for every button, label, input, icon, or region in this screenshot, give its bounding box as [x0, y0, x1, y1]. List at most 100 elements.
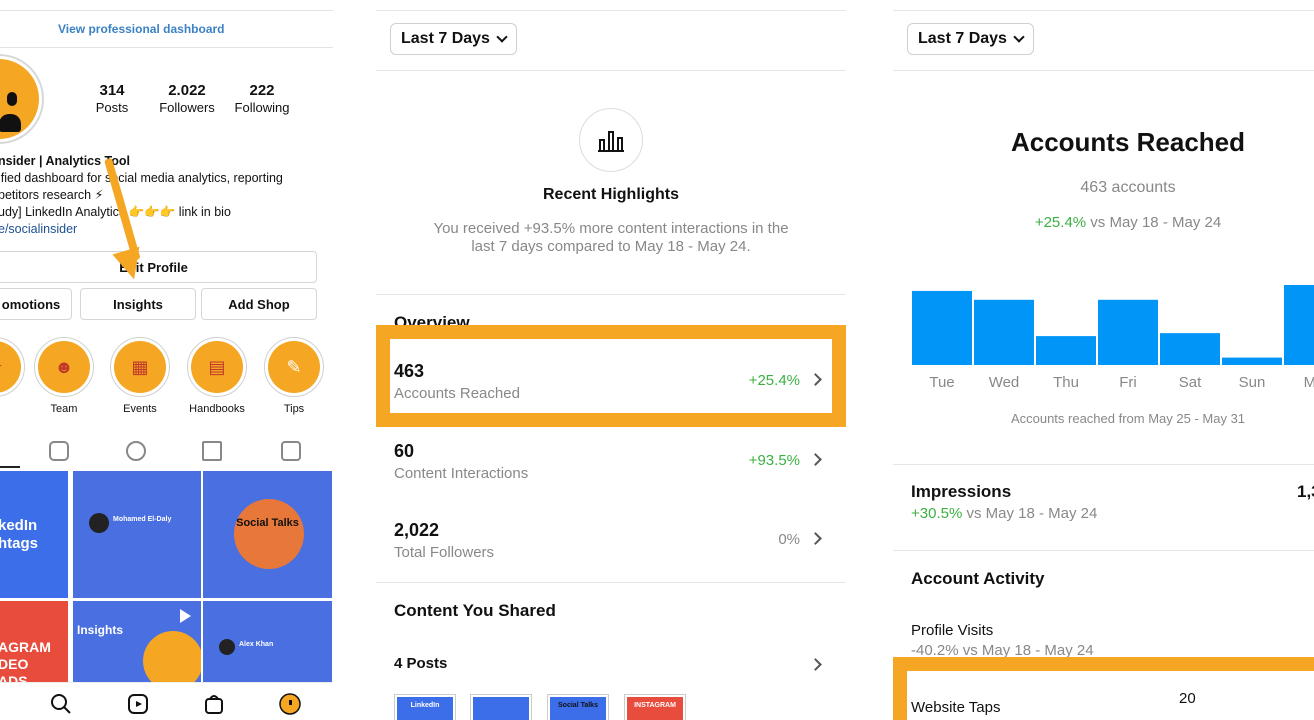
posts-count-link[interactable]: 4 Posts: [394, 655, 447, 672]
chart-tick-label: Sat: [1179, 374, 1202, 391]
impressions-label: Impressions: [911, 482, 1012, 501]
metric-label: Content Interactions: [394, 465, 529, 482]
reels-icon[interactable]: [127, 693, 149, 715]
avatar-image: [0, 59, 39, 139]
chevron-right-icon: [809, 453, 822, 466]
chart-tick-label: Tue: [929, 374, 954, 391]
guides-tab-icon[interactable]: [202, 441, 222, 461]
chart-bar-mo[interactable]: [1284, 285, 1314, 365]
accounts-count: 463 accounts: [1080, 179, 1176, 196]
content-interactions-row[interactable]: 60 Content Interactions +93.5%: [376, 441, 846, 511]
chevron-right-icon[interactable]: [809, 658, 822, 671]
post-thumbnail[interactable]: Social Talks: [547, 694, 609, 720]
metric-label: Total Followers: [394, 544, 495, 561]
chart-bar-sat[interactable]: [1160, 333, 1220, 365]
highlight-item-events[interactable]: ▦ Events: [109, 337, 171, 415]
books-icon: ▤: [191, 341, 243, 393]
metric-change: +93.5%: [748, 452, 800, 469]
post-tile[interactable]: kedIn htags: [0, 471, 68, 598]
chart-bar-tue[interactable]: [912, 290, 972, 365]
impressions-change-period: vs May 18 - May 24: [962, 505, 1098, 522]
highlight-item-tips[interactable]: ✎ Tips: [263, 337, 325, 415]
following-count: 222: [249, 82, 275, 99]
chart-bar-thu[interactable]: [1036, 336, 1096, 365]
tile-text: Social Talks: [236, 517, 299, 529]
bottom-nav: [0, 682, 333, 720]
reels-tab-icon[interactable]: [49, 441, 69, 461]
divider: [376, 10, 846, 11]
post-tile[interactable]: Alex Khan: [203, 601, 332, 683]
post-thumbnail[interactable]: [470, 694, 532, 720]
impressions-change-percent: +30.5%: [911, 505, 963, 522]
chart-bar-wed[interactable]: [974, 299, 1034, 365]
thumbnail-text: INSTAGRAM: [627, 697, 683, 720]
accounts-change-period: vs May 18 - May 24: [1086, 214, 1222, 231]
post-thumbnail[interactable]: LinkedIn: [394, 694, 456, 720]
highlight-item-team[interactable]: ☻ Team: [33, 337, 95, 415]
active-tab-indicator: [0, 466, 20, 468]
profile-bio: nsider | Analytics Tool ified dashboard …: [0, 153, 328, 238]
accounts-reached-chart: Tue Wed Thu Fri Sat Sun Mo: [912, 285, 1314, 391]
team-icon: ☻: [38, 341, 90, 393]
highlight-item[interactable]: ★ st: [0, 337, 26, 415]
highlight-label: Handbooks: [189, 403, 245, 415]
total-followers-row[interactable]: 2,022 Total Followers 0%: [376, 520, 846, 590]
post-tile[interactable]: Insights: [73, 601, 201, 683]
divider: [376, 582, 846, 583]
posts-label: Posts: [95, 100, 129, 115]
highlight-label: Tips: [283, 403, 305, 415]
igtv-tab-icon[interactable]: [126, 441, 146, 461]
impressions-change: +30.5% vs May 18 - May 24: [911, 505, 1097, 522]
divider: [0, 47, 333, 48]
chart-bar-fri[interactable]: [1098, 299, 1158, 365]
highlight-item-handbooks[interactable]: ▤ Handbooks: [186, 337, 248, 415]
date-range-dropdown[interactable]: Last 7 Days: [390, 23, 517, 55]
add-shop-button[interactable]: Add Shop: [201, 288, 317, 320]
website-taps-label: Website Taps: [911, 699, 1001, 716]
tile-text: Insights: [77, 623, 124, 637]
tile-circle: [234, 499, 304, 569]
tagged-tab-icon[interactable]: [281, 441, 301, 461]
profile-avatar-icon[interactable]: [279, 693, 301, 715]
bar-chart-icon-base: [598, 150, 624, 152]
calendar-icon: ▦: [114, 341, 166, 393]
chart-caption: Accounts reached from May 25 - May 31: [1010, 411, 1246, 426]
followers-stat[interactable]: 2.022 Followers: [147, 82, 227, 115]
profile-tabs: [0, 437, 333, 469]
date-range-label: Last 7 Days: [918, 30, 1007, 47]
chart-tick-label: Fri: [1119, 374, 1137, 391]
post-tile[interactable]: Social Talks: [203, 471, 332, 598]
chart-tick-label: Thu: [1053, 374, 1079, 391]
highlight-label: Events: [123, 403, 157, 415]
posts-count: 314: [99, 82, 125, 99]
edit-profile-button[interactable]: Edit Profile: [0, 251, 317, 283]
insights-button[interactable]: Insights: [80, 288, 196, 320]
bio-link[interactable]: e/socialinsider: [0, 221, 328, 238]
bar-chart-icon: [579, 108, 643, 172]
view-professional-dashboard-link[interactable]: View professional dashboard: [58, 22, 225, 36]
post-thumbnail[interactable]: INSTAGRAM: [624, 694, 686, 720]
date-range-dropdown[interactable]: Last 7 Days: [907, 23, 1034, 55]
post-tile[interactable]: Mohamed El-Daly: [73, 471, 201, 598]
following-stat[interactable]: 222 Following: [222, 82, 302, 115]
promotions-button[interactable]: omotions: [0, 288, 72, 320]
posts-stat[interactable]: 314 Posts: [72, 82, 152, 115]
shop-icon[interactable]: [203, 693, 225, 715]
chart-bar-sun[interactable]: [1222, 357, 1282, 365]
divider: [376, 70, 846, 71]
insights-overview-panel: Last 7 Days Recent Highlights You receiv…: [376, 0, 846, 720]
thumbnail-text: [473, 697, 529, 720]
post-tile[interactable]: AGRAM DEO ADS: [0, 601, 68, 683]
chart-tick-label: Wed: [989, 374, 1020, 391]
avatar[interactable]: [0, 54, 44, 144]
followers-count: 2.022: [168, 82, 206, 99]
tile-text: AGRAM DEO ADS: [0, 639, 51, 683]
search-icon[interactable]: [50, 693, 72, 715]
highlight-icon: ★: [0, 341, 21, 393]
tile-text: Mohamed El-Daly: [113, 516, 172, 523]
metric-value: 60: [394, 441, 415, 461]
chart-tick-label: Mo: [1304, 374, 1314, 391]
bio-line-1: ified dashboard for social media analyti…: [0, 171, 283, 185]
avatar: [89, 513, 109, 533]
profile-name: nsider | Analytics Tool: [0, 154, 130, 168]
